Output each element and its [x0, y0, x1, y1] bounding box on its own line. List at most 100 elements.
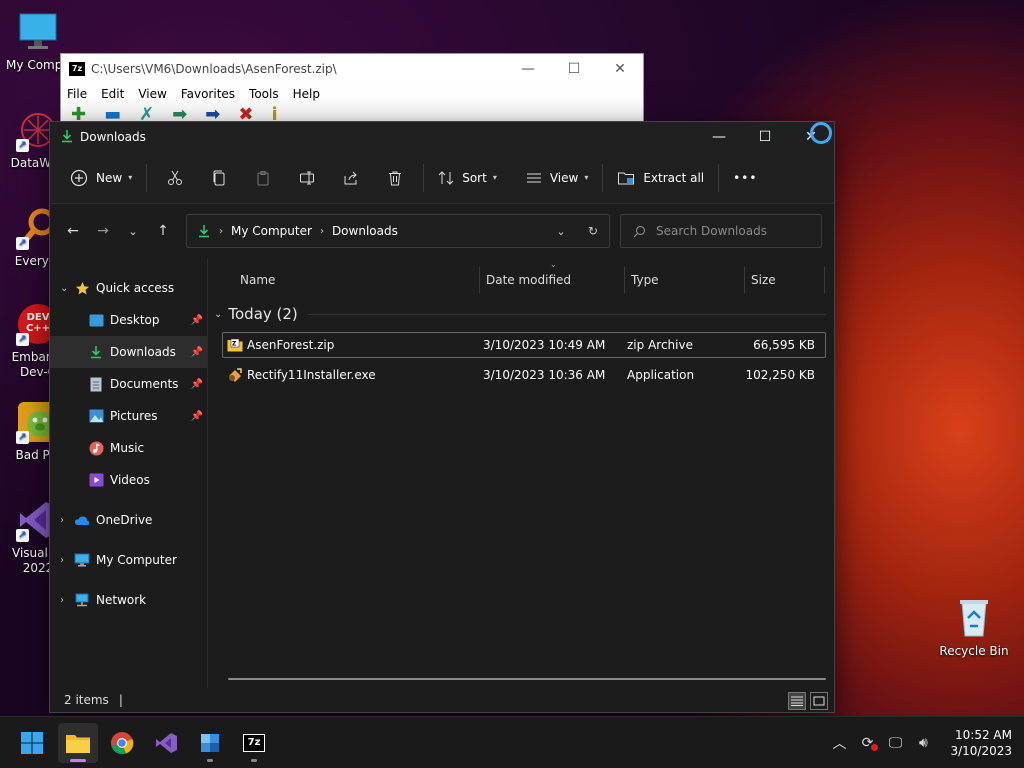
chevron-down-icon[interactable]: ⌄ [60, 283, 74, 294]
maximize-icon[interactable]: ☐ [551, 61, 597, 77]
network-icon[interactable]: 🖵 [886, 735, 904, 751]
breadcrumb-separator-icon[interactable]: › [219, 226, 223, 237]
extract-icon[interactable]: ▬ [104, 106, 121, 124]
file-type: Application [627, 368, 695, 382]
extract-icon [618, 172, 635, 184]
file-row-asenforest-zip[interactable]: Z AsenForest.zip 3/10/2023 10:49 AM zip … [222, 332, 826, 358]
more-options-button[interactable]: ••• [725, 162, 765, 194]
column-header-type[interactable]: Type [625, 267, 745, 293]
sidebar-item-downloads[interactable]: Downloads 📌 [50, 336, 207, 368]
shortcut-arrow-icon: ↗ [16, 333, 29, 346]
delete-icon[interactable]: ✖ [238, 106, 253, 124]
horizontal-scrollbar[interactable] [228, 678, 826, 680]
share-icon[interactable] [335, 162, 367, 194]
sidebar-item-label: Desktop [110, 313, 160, 327]
explorer-titlebar[interactable]: Downloads — ☐ ✕ [50, 122, 834, 152]
minimize-icon[interactable]: — [696, 122, 742, 152]
sidebar-item-network[interactable]: › Network [50, 584, 207, 616]
chevron-right-icon[interactable]: › [60, 515, 74, 526]
desktop-icon-label: Recycle Bin [939, 644, 1009, 658]
maximize-icon[interactable]: ☐ [742, 122, 788, 152]
sidebar-item-quick-access[interactable]: ⌄ Quick access [50, 272, 207, 304]
sort-button[interactable]: Sort ▾ [430, 162, 505, 194]
pin-icon[interactable]: 📌 [191, 379, 203, 390]
breadcrumb-downloads[interactable]: Downloads [332, 224, 398, 238]
file-explorer-window[interactable]: Downloads — ☐ ✕ New ▾ Sort ▾ View ▾ Extr… [49, 121, 835, 713]
menu-help[interactable]: Help [293, 87, 320, 101]
copy-icon[interactable] [203, 162, 235, 194]
cut-icon[interactable] [159, 162, 191, 194]
shortcut-arrow-icon: ↗ [16, 431, 29, 444]
sidebar-item-videos[interactable]: Videos [50, 464, 207, 496]
menu-tools[interactable]: Tools [249, 87, 279, 101]
copy-icon[interactable]: ➡ [172, 106, 187, 124]
move-icon[interactable]: ➡ [205, 106, 220, 124]
back-icon[interactable]: ← [58, 216, 88, 246]
close-icon[interactable]: ✕ [597, 61, 643, 77]
show-hidden-icons-chevron-icon[interactable]: ︿ [830, 733, 848, 753]
details-view-icon[interactable] [788, 692, 806, 710]
7zip-window[interactable]: 7z C:\Users\VM6\Downloads\AsenForest.zip… [60, 53, 644, 124]
desktop-icon-recycle-bin[interactable]: Recycle Bin [936, 596, 1012, 659]
chevron-right-icon[interactable]: › [60, 595, 74, 606]
up-icon[interactable]: ↑ [148, 216, 178, 246]
forward-icon[interactable]: → [88, 216, 118, 246]
sidebar-item-onedrive[interactable]: › OneDrive [50, 504, 207, 536]
view-button[interactable]: View ▾ [518, 162, 597, 194]
sidebar-item-my-computer[interactable]: › My Computer [50, 544, 207, 576]
refresh-icon[interactable]: ↻ [577, 224, 609, 238]
file-size: 102,250 KB [745, 368, 815, 382]
pin-icon[interactable]: 📌 [191, 315, 203, 326]
add-icon[interactable]: ✚ [71, 106, 86, 124]
chevron-right-icon[interactable]: › [60, 555, 74, 566]
sidebar-item-pictures[interactable]: Pictures 📌 [50, 400, 207, 432]
rename-icon[interactable] [291, 162, 323, 194]
address-history-chevron-icon[interactable]: ⌄ [545, 225, 577, 238]
breadcrumb-separator-icon[interactable]: › [320, 226, 324, 237]
menu-edit[interactable]: Edit [101, 87, 124, 101]
7zip-titlebar[interactable]: 7z C:\Users\VM6\Downloads\AsenForest.zip… [61, 54, 643, 84]
view-button-label: View [549, 170, 579, 185]
taskbar-chrome[interactable] [102, 723, 142, 763]
new-button[interactable]: New ▾ [62, 162, 140, 194]
file-row-rectify11installer-exe[interactable]: Rectify11Installer.exe 3/10/2023 10:36 A… [222, 362, 826, 388]
column-header-name[interactable]: Name [238, 267, 480, 293]
large-icons-view-icon[interactable] [810, 692, 828, 710]
clock[interactable]: 10:52 AM 3/10/2023 [950, 727, 1012, 759]
delete-icon[interactable] [379, 162, 411, 194]
menu-favorites[interactable]: Favorites [181, 87, 235, 101]
recent-locations-chevron-icon[interactable]: ⌄ [118, 216, 148, 246]
start-button[interactable] [12, 723, 52, 763]
rectify11-icon [201, 733, 219, 752]
breadcrumb-my-computer[interactable]: My Computer [231, 224, 312, 238]
chevron-down-icon[interactable]: ⌄ [214, 309, 222, 320]
pin-icon[interactable]: 📌 [191, 347, 203, 358]
sync-icon[interactable]: ⟳ [858, 735, 879, 751]
menu-file[interactable]: File [67, 87, 87, 101]
file-date-modified: 3/10/2023 10:36 AM [483, 368, 606, 382]
sidebar-item-documents[interactable]: Documents 📌 [50, 368, 207, 400]
sort-button-label: Sort [462, 170, 487, 185]
sidebar-item-music[interactable]: Music [50, 432, 207, 464]
test-icon[interactable]: ✗ [139, 106, 154, 124]
file-size: 66,595 KB [753, 338, 815, 352]
taskbar-file-explorer[interactable] [58, 722, 98, 763]
info-icon[interactable]: i [271, 106, 277, 124]
taskbar-7zip[interactable]: 7z [234, 723, 274, 763]
menu-view[interactable]: View [138, 87, 166, 101]
volume-icon[interactable]: 🔊︎ [914, 735, 932, 751]
minimize-icon[interactable]: — [505, 61, 551, 77]
search-box[interactable]: Search Downloads [620, 214, 822, 248]
sidebar-item-desktop[interactable]: Desktop 📌 [50, 304, 207, 336]
paste-icon[interactable] [247, 162, 279, 194]
column-header-size[interactable]: Size [745, 267, 825, 293]
taskbar-visual-studio[interactable] [146, 723, 186, 763]
extract-all-button[interactable]: Extract all [609, 162, 712, 194]
column-header-date-modified[interactable]: Date modified [480, 267, 625, 293]
address-bar[interactable]: › My Computer › Downloads ⌄ ↻ [186, 214, 610, 248]
cortana-ring-icon[interactable] [810, 122, 832, 144]
pin-icon[interactable]: 📌 [191, 411, 203, 422]
navigation-pane: ⌄ Quick access Desktop 📌 Downloads 📌 Doc… [50, 258, 208, 688]
group-header-today[interactable]: ⌄ Today (2) [208, 302, 834, 326]
taskbar-rectify11[interactable] [190, 723, 230, 763]
